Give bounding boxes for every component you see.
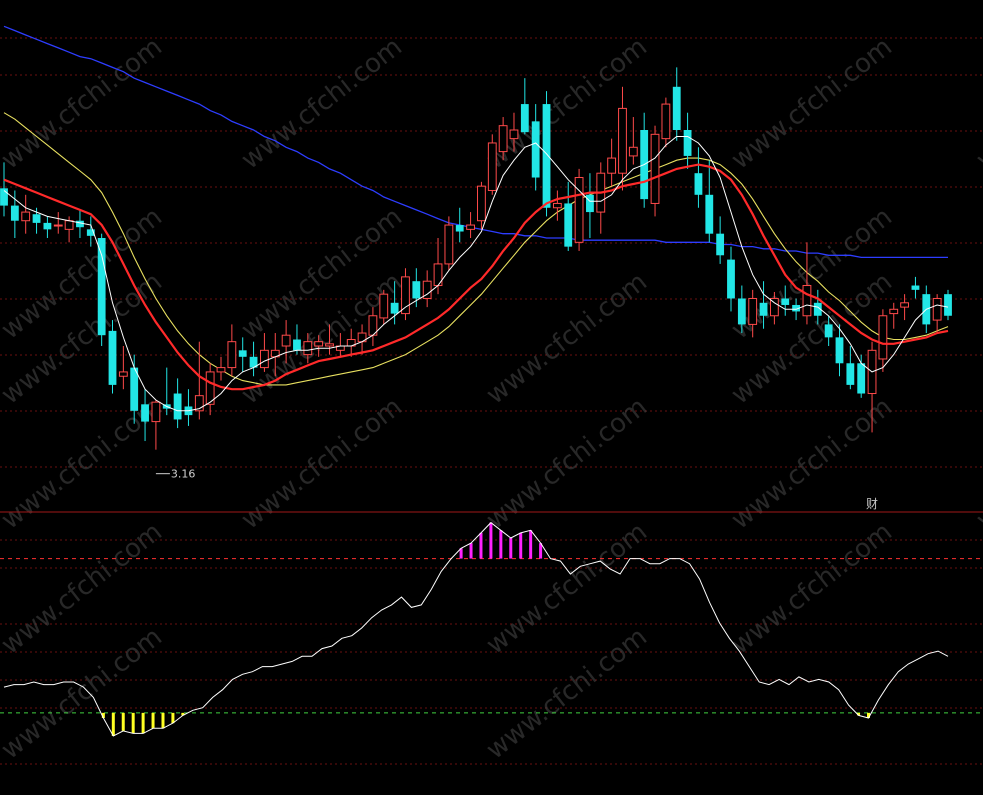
candle-body-down [141, 404, 149, 422]
candle-body-down [564, 203, 573, 247]
candle-body-up [118, 371, 128, 377]
candle-body-down [108, 330, 117, 385]
candle-body-down [683, 130, 692, 156]
candle-body-up [227, 341, 237, 369]
candle-body-up [878, 315, 888, 360]
candle-body-down [737, 298, 746, 325]
candle-body-up [650, 133, 660, 204]
candle-body-down [824, 324, 833, 338]
candle-body-down [672, 86, 681, 130]
candle-body-up [498, 125, 508, 153]
candle-body-down [390, 302, 399, 314]
candle-body-down [32, 214, 41, 223]
candle-body-up [661, 103, 671, 140]
candle-body-down [10, 205, 19, 221]
candle-body-up [509, 129, 519, 140]
candle-body-up [802, 285, 812, 317]
watermark-text: www.cfchi.com [971, 32, 983, 176]
candle-body-down [759, 302, 768, 316]
candle-body-up [64, 220, 74, 230]
candle-body-down [412, 281, 421, 299]
watermark-text: www.cfchi.com [726, 32, 898, 176]
candle-body-up [325, 343, 334, 347]
candle-body-up [477, 185, 486, 222]
candle-body-up [21, 211, 31, 222]
candle-body-down [694, 173, 703, 195]
low-price-label: 3.16 [171, 468, 196, 481]
candle-body-up [314, 341, 324, 347]
candle-body-up [618, 107, 627, 174]
candle-body-up [607, 157, 617, 174]
candle-body-up [628, 146, 638, 157]
candle-body-down [531, 121, 540, 178]
candle-body-down [857, 363, 866, 394]
watermark-text: www.cfchi.com [481, 267, 653, 411]
stock-chart: www.cfchi.com www.cfchi.com www.cfchi.com w… [0, 25, 983, 766]
candle-body-down [727, 259, 735, 299]
candle-body-down [455, 225, 464, 232]
candle-body-up [216, 367, 226, 373]
candle-body-up [748, 297, 758, 325]
watermark-layer: www.cfchi.com www.cfchi.com www.cfchi.com w… [0, 32, 983, 766]
candle-body-down [716, 233, 725, 256]
candle-body-down [173, 393, 182, 420]
watermark-text: www.cfchi.com [481, 32, 653, 176]
watermark-text: www.cfchi.com [236, 392, 408, 536]
candle-body-down [846, 363, 855, 385]
watermark-text: www.cfchi.com [481, 392, 653, 536]
candle-body-down [520, 104, 529, 133]
candle-body-down [835, 337, 844, 364]
candle-body-down [97, 238, 106, 336]
candle-body-up [552, 202, 562, 209]
candle-body-up [932, 297, 942, 321]
finance-marker-label: 财 [866, 497, 878, 511]
candle-body-down [76, 220, 84, 228]
watermark-text: www.cfchi.com [971, 392, 983, 536]
candle-body-down [238, 350, 247, 357]
candle-body-up [379, 293, 389, 319]
candle-body-down [293, 339, 301, 351]
candle-body-down [944, 294, 952, 316]
candle-body-up [281, 334, 291, 347]
candle-body-up [889, 308, 899, 315]
candle-body-down [781, 298, 790, 305]
candle-body-up [260, 349, 269, 369]
watermark-text: www.cfchi.com [726, 517, 898, 661]
candle-body-up [900, 302, 910, 308]
watermark-text: www.cfchi.com [236, 32, 408, 176]
candle-body-down [911, 285, 920, 290]
candle-body-up [303, 341, 313, 356]
candle-body-down [43, 222, 52, 230]
candle-body-down [542, 104, 551, 208]
watermark-text: www.cfchi.com [0, 32, 168, 176]
candle-body-up [487, 142, 497, 191]
candle-body-up [151, 401, 161, 423]
candle-body-up [53, 224, 63, 227]
candle-body-down [586, 194, 594, 213]
candle-body-down [705, 194, 714, 234]
candle-body-up [444, 224, 454, 265]
candle-body-up [401, 276, 410, 315]
candle-body-up [466, 224, 475, 230]
